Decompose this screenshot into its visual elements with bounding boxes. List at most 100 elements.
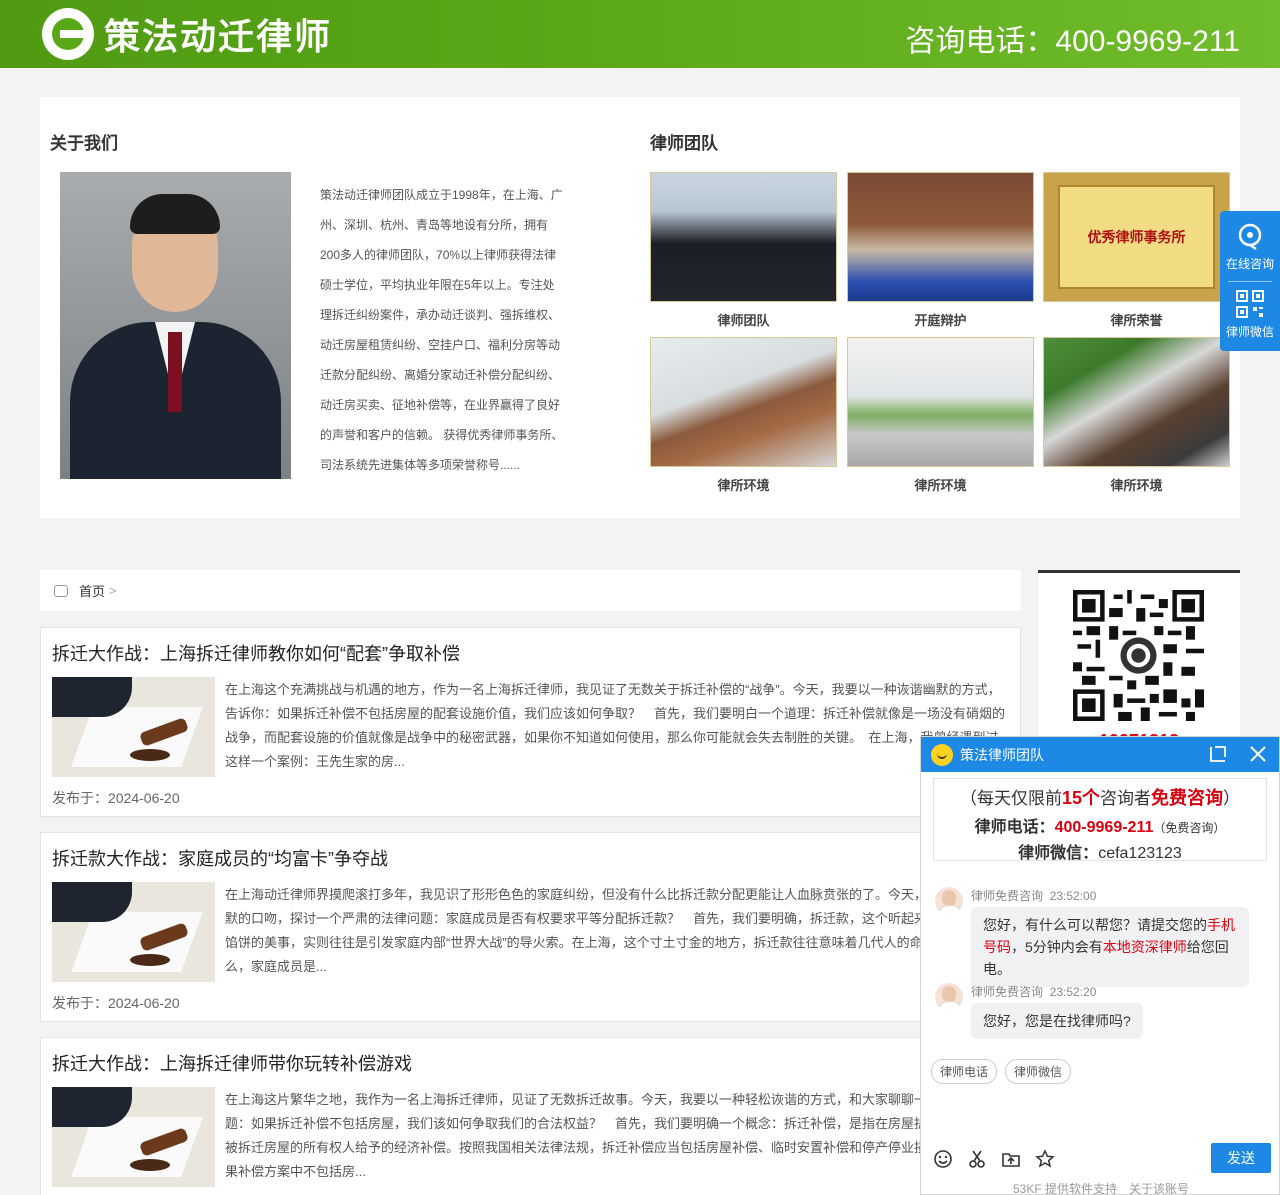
- court-photo: [847, 172, 1034, 302]
- wechat-id: cefa123123: [1098, 845, 1182, 862]
- notice-line-wechat: 律师微信：cefa123123: [934, 839, 1266, 863]
- plaque-text: 优秀律师事务所: [1087, 230, 1186, 246]
- emoji-icon[interactable]: [933, 1149, 953, 1169]
- message-meta: 律师免费咨询 23:52:20: [971, 983, 1096, 1000]
- chat-input[interactable]: [921, 1087, 1279, 1141]
- office-photo: [1043, 337, 1230, 467]
- article-thumbnail[interactable]: [52, 882, 215, 982]
- send-button[interactable]: 发送: [1211, 1143, 1271, 1173]
- chip-lawyer-wechat[interactable]: 律师微信: [1005, 1059, 1072, 1084]
- about-title: 关于我们: [50, 134, 118, 153]
- star-icon[interactable]: [1035, 1149, 1055, 1169]
- message-meta: 律师免费咨询 23:52:00: [971, 887, 1096, 904]
- message-time: 23:52:00: [1049, 889, 1097, 903]
- notice-text: ）: [1223, 789, 1241, 808]
- article-date: 发布于：2024-06-20: [52, 995, 180, 1011]
- logo[interactable]: 策法动迁律师: [42, 8, 332, 60]
- article-title[interactable]: 拆迁大作战：上海拆迁律师教你如何“配套”争取补偿: [52, 640, 460, 666]
- article-item[interactable]: 拆迁大作战：上海拆迁律师教你如何“配套”争取补偿 在上海这个充满挑战与机遇的地方…: [40, 627, 1021, 817]
- chat-widget: 策法律师团队 （每天仅限前15个咨询者免费咨询） 律师电话：400-9969-2…: [920, 736, 1280, 1195]
- notice-count: 15个: [1061, 788, 1101, 808]
- quick-reply-chips: 律师电话 律师微信: [931, 1059, 1072, 1084]
- message-time: 23:52:20: [1049, 985, 1097, 999]
- phone-number[interactable]: 400-9969-211: [1055, 819, 1154, 836]
- qr-code-box: 19971818: [1038, 570, 1240, 750]
- team-caption: 律所荣誉: [1110, 313, 1163, 328]
- chat-header: 策法律师团队: [921, 737, 1279, 772]
- qr-code-icon: [1236, 290, 1264, 318]
- team-caption: 律所环境: [1110, 478, 1163, 493]
- team-item-court[interactable]: 开庭辩护: [847, 172, 1034, 329]
- team-caption: 律所环境: [914, 478, 967, 493]
- agent-avatar: [935, 983, 963, 1011]
- chat-footnote[interactable]: 53KF 提供软件支持 关于该账号: [921, 1180, 1280, 1195]
- hotline: 咨询电话：400-9969-211: [905, 25, 1240, 58]
- article-summary: 在上海动迁律师界摸爬滚打多年，我见识了形形色色的家庭纠纷，但没有什么比拆迁款分配…: [225, 887, 1006, 974]
- breadcrumb: 首页 >: [40, 570, 1021, 611]
- notice-text: 咨询者: [1100, 789, 1152, 808]
- message-highlight: 本地资深律师: [1102, 939, 1187, 955]
- team-item-office-2[interactable]: 律所环境: [847, 337, 1034, 494]
- article-date: 发布于：2024-06-20: [52, 790, 180, 806]
- team-caption: 律师团队: [717, 313, 770, 328]
- online-consult-button[interactable]: 在线咨询: [1220, 221, 1280, 272]
- honor-plaque-photo: 优秀律师事务所: [1043, 172, 1230, 302]
- scissors-icon[interactable]: [967, 1149, 987, 1169]
- close-icon[interactable]: [1247, 743, 1269, 765]
- chip-lawyer-phone[interactable]: 律师电话: [931, 1059, 998, 1084]
- pointer-hand-icon: [54, 584, 68, 597]
- lawyer-portrait: [60, 172, 291, 479]
- message-sender: 律师免费咨询: [971, 985, 1044, 999]
- article-summary: 在上海这片繁华之地，我作为一名上海拆迁律师，见证了无数拆迁故事。今天，我要以一种…: [225, 1092, 1006, 1179]
- wechat-label: 律师微信：: [1018, 845, 1099, 862]
- lawyer-wechat-label: 律师微信: [1225, 325, 1274, 339]
- about-team-card: 关于我们 策法动迁律师团队成立于1998年，在上海、广州、深圳、杭州、青岛等地设…: [40, 97, 1240, 518]
- phone-label: 律师电话：: [974, 819, 1055, 836]
- maximize-icon[interactable]: [1207, 743, 1229, 765]
- team-item-team[interactable]: 律师团队: [650, 172, 837, 329]
- message-text: 您好，有什么可以帮您？请提交您的: [983, 917, 1207, 933]
- office-photo: [650, 337, 837, 467]
- breadcrumb-separator: >: [109, 583, 117, 598]
- headset-icon: [1238, 223, 1262, 251]
- notice-text: （每天仅限前: [959, 789, 1062, 808]
- article-title[interactable]: 拆迁大作战：上海拆迁律师带你玩转补偿游戏: [52, 1050, 412, 1076]
- article-thumbnail[interactable]: [52, 677, 215, 777]
- article-item[interactable]: 拆迁款大作战：家庭成员的“均富卡”争夺战 在上海动迁律师界摸爬滚打多年，我见识了…: [40, 832, 1021, 1022]
- team-title: 律师团队: [650, 134, 718, 153]
- folder-upload-icon[interactable]: [1001, 1149, 1021, 1169]
- article-summary: 在上海这个充满挑战与机遇的地方，作为一名上海拆迁律师，我见证了无数关于拆迁补偿的…: [225, 682, 1006, 769]
- chat-notice: （每天仅限前15个咨询者免费咨询） 律师电话：400-9969-211（免费咨询…: [933, 778, 1267, 863]
- phone-note: （免费咨询）: [1153, 821, 1226, 835]
- chat-toolbar: [933, 1149, 1055, 1169]
- notice-line-phone: 律师电话：400-9969-211（免费咨询）: [934, 813, 1266, 837]
- lawyer-wechat-button[interactable]: 律师微信: [1220, 289, 1280, 340]
- smiley-icon: [931, 743, 953, 766]
- logo-icon: [42, 8, 94, 60]
- article-title[interactable]: 拆迁款大作战：家庭成员的“均富卡”争夺战: [52, 845, 388, 871]
- notice-free: 免费咨询: [1151, 788, 1224, 808]
- chat-title: 策法律师团队: [960, 746, 1044, 763]
- message-bubble: 您好，您是在找律师吗?: [971, 1003, 1143, 1039]
- message-text: ，5分钟内会有: [1011, 939, 1103, 955]
- message-sender: 律师免费咨询: [971, 889, 1044, 903]
- team-photo: [650, 172, 837, 302]
- team-item-honor[interactable]: 优秀律师事务所 律所荣誉: [1043, 172, 1230, 329]
- about-text: 策法动迁律师团队成立于1998年，在上海、广州、深圳、杭州、青岛等地设有分所，拥…: [320, 188, 564, 472]
- article-thumbnail[interactable]: [52, 1087, 215, 1187]
- notice-line-offer: （每天仅限前15个咨询者免费咨询）: [934, 784, 1266, 810]
- online-consult-label: 在线咨询: [1225, 257, 1274, 271]
- breadcrumb-home[interactable]: 首页: [79, 581, 105, 600]
- floating-side-toolbar: 在线咨询 律师微信: [1220, 211, 1280, 351]
- logo-text: 策法动迁律师: [104, 16, 333, 57]
- site-header: 策法动迁律师 咨询电话：400-9969-211: [0, 0, 1280, 68]
- qr-code: [1073, 590, 1204, 721]
- agent-avatar: [935, 887, 963, 915]
- team-item-office-3[interactable]: 律所环境: [1043, 337, 1230, 494]
- team-caption: 开庭辩护: [914, 313, 967, 328]
- office-photo: [847, 337, 1034, 467]
- team-caption: 律所环境: [717, 478, 770, 493]
- article-item[interactable]: 拆迁大作战：上海拆迁律师带你玩转补偿游戏 在上海这片繁华之地，我作为一名上海拆迁…: [40, 1037, 1021, 1195]
- message-bubble: 您好，有什么可以帮您？请提交您的手机号码，5分钟内会有本地资深律师给您回电。: [971, 907, 1249, 987]
- team-item-office-1[interactable]: 律所环境: [650, 337, 837, 494]
